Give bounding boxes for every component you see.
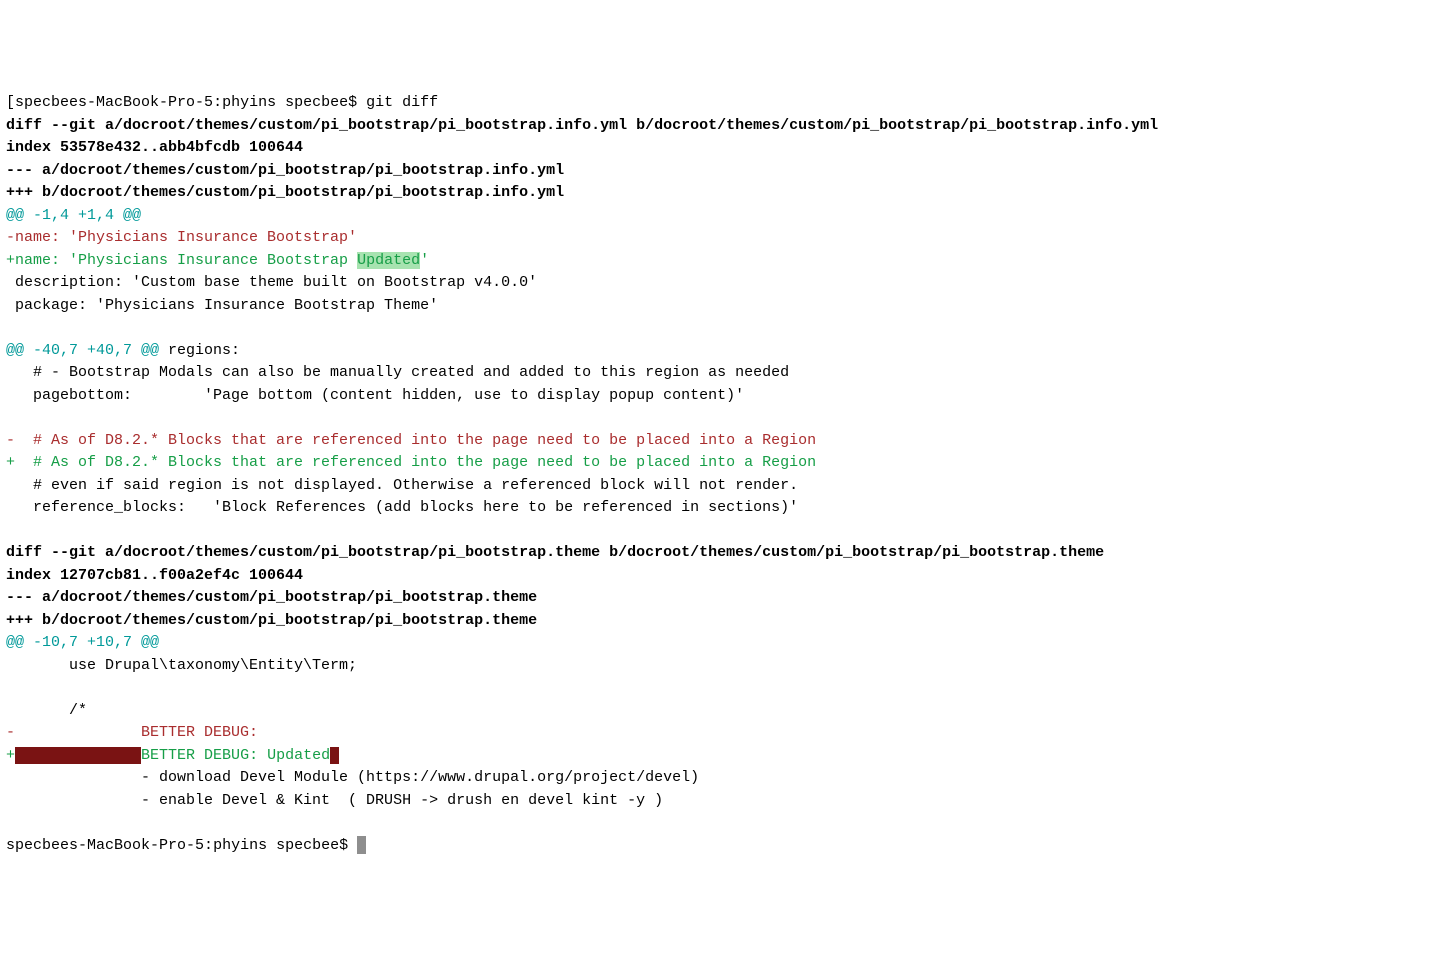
prompt-line: [specbees-MacBook-Pro-5:phyins specbee$ …	[6, 92, 1425, 115]
prompt-line: specbees-MacBook-Pro-5:phyins specbee$	[6, 835, 1425, 858]
blank-line	[6, 812, 1425, 835]
diff-deleted-line: - # As of D8.2.* Blocks that are referen…	[6, 430, 1425, 453]
diff-highlight-added: Updated	[357, 252, 420, 269]
diff-minus-file: --- a/docroot/themes/custom/pi_bootstrap…	[6, 160, 1425, 183]
terminal-output[interactable]: [specbees-MacBook-Pro-5:phyins specbee$ …	[6, 92, 1425, 857]
diff-deleted-line: - BETTER DEBUG:	[6, 722, 1425, 745]
diff-index: index 12707cb81..f00a2ef4c 100644	[6, 565, 1425, 588]
diff-added-line: + BETTER DEBUG: Updated	[6, 745, 1425, 768]
prompt-host: specbees-MacBook-Pro-5	[15, 94, 213, 111]
diff-context-line: /*	[6, 700, 1425, 723]
diff-hunk-header: @@ -40,7 +40,7 @@ regions:	[6, 340, 1425, 363]
diff-added-line: +name: 'Physicians Insurance Bootstrap U…	[6, 250, 1425, 273]
blank-line	[6, 317, 1425, 340]
diff-context-line: # even if said region is not displayed. …	[6, 475, 1425, 498]
command-text: git diff	[366, 94, 438, 111]
diff-index: index 53578e432..abb4bfcdb 100644	[6, 137, 1425, 160]
prompt-user: specbee	[285, 94, 348, 111]
diff-added-line: + # As of D8.2.* Blocks that are referen…	[6, 452, 1425, 475]
prompt-bracket: [	[6, 94, 15, 111]
diff-deleted-line: -name: 'Physicians Insurance Bootstrap'	[6, 227, 1425, 250]
diff-highlight-trailing	[330, 747, 339, 764]
blank-line	[6, 407, 1425, 430]
diff-context-line: - enable Devel & Kint ( DRUSH -> drush e…	[6, 790, 1425, 813]
diff-context-line: # - Bootstrap Modals can also be manuall…	[6, 362, 1425, 385]
diff-minus-file: --- a/docroot/themes/custom/pi_bootstrap…	[6, 587, 1425, 610]
diff-context-line: package: 'Physicians Insurance Bootstrap…	[6, 295, 1425, 318]
diff-context-line: - download Devel Module (https://www.dru…	[6, 767, 1425, 790]
diff-header: diff --git a/docroot/themes/custom/pi_bo…	[6, 115, 1425, 138]
diff-context-line: reference_blocks: 'Block References (add…	[6, 497, 1425, 520]
prompt-cwd: phyins	[222, 94, 276, 111]
diff-context-line: pagebottom: 'Page bottom (content hidden…	[6, 385, 1425, 408]
diff-hunk-header: @@ -1,4 +1,4 @@	[6, 205, 1425, 228]
prompt-cwd: phyins	[213, 837, 267, 854]
diff-plus-file: +++ b/docroot/themes/custom/pi_bootstrap…	[6, 610, 1425, 633]
blank-line	[6, 677, 1425, 700]
diff-header: diff --git a/docroot/themes/custom/pi_bo…	[6, 542, 1425, 565]
diff-highlight-whitespace	[15, 747, 141, 764]
prompt-user: specbee	[276, 837, 339, 854]
diff-hunk-header: @@ -10,7 +10,7 @@	[6, 632, 1425, 655]
diff-context-line: use Drupal\taxonomy\Entity\Term;	[6, 655, 1425, 678]
diff-context-line: description: 'Custom base theme built on…	[6, 272, 1425, 295]
cursor-icon	[357, 836, 366, 854]
prompt-host: specbees-MacBook-Pro-5	[6, 837, 204, 854]
diff-plus-file: +++ b/docroot/themes/custom/pi_bootstrap…	[6, 182, 1425, 205]
blank-line	[6, 520, 1425, 543]
